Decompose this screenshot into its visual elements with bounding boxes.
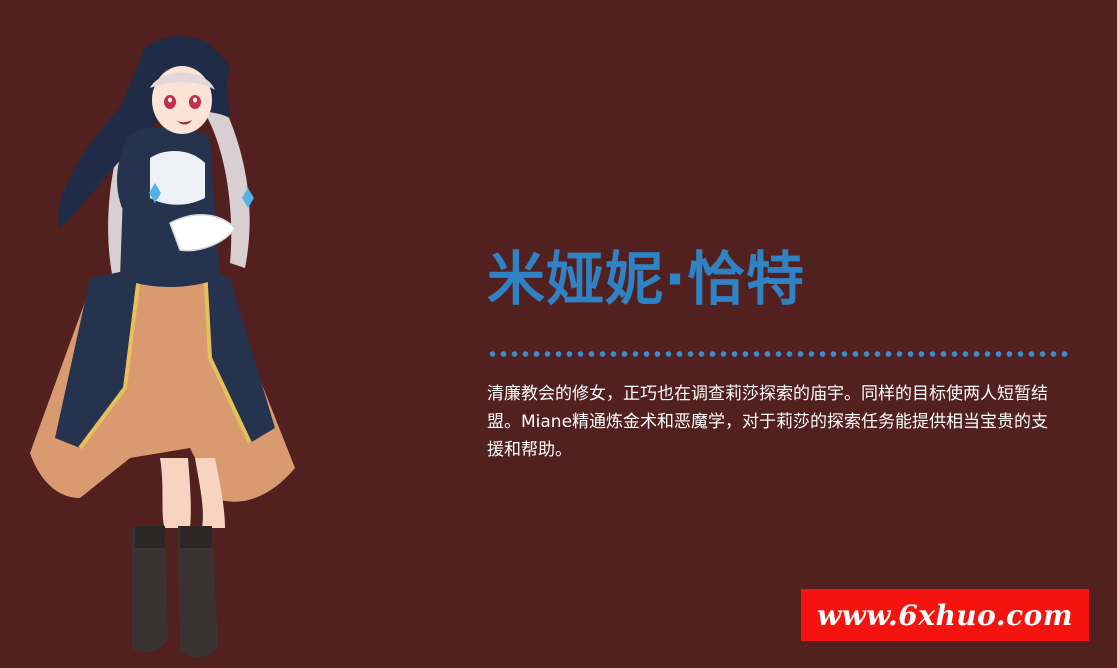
watermark-banner: www.6xhuo.com [801,589,1089,641]
character-name: 米娅妮·恰特 [487,245,806,313]
dotted-divider [487,350,1070,358]
character-illustration [20,28,310,668]
page: 米娅妮·恰特 清廉教会的修女，正巧也在调查莉莎探索的庙宇。同样的目标使两人短暂结… [0,0,1117,668]
watermark-text: www.6xhuo.com [817,598,1073,632]
character-info: 米娅妮·恰特 清廉教会的修女，正巧也在调查莉莎探索的庙宇。同样的目标使两人短暂结… [487,244,1072,464]
character-description: 清廉教会的修女，正巧也在调查莉莎探索的庙宇。同样的目标使两人短暂结盟。Miane… [487,384,1049,460]
